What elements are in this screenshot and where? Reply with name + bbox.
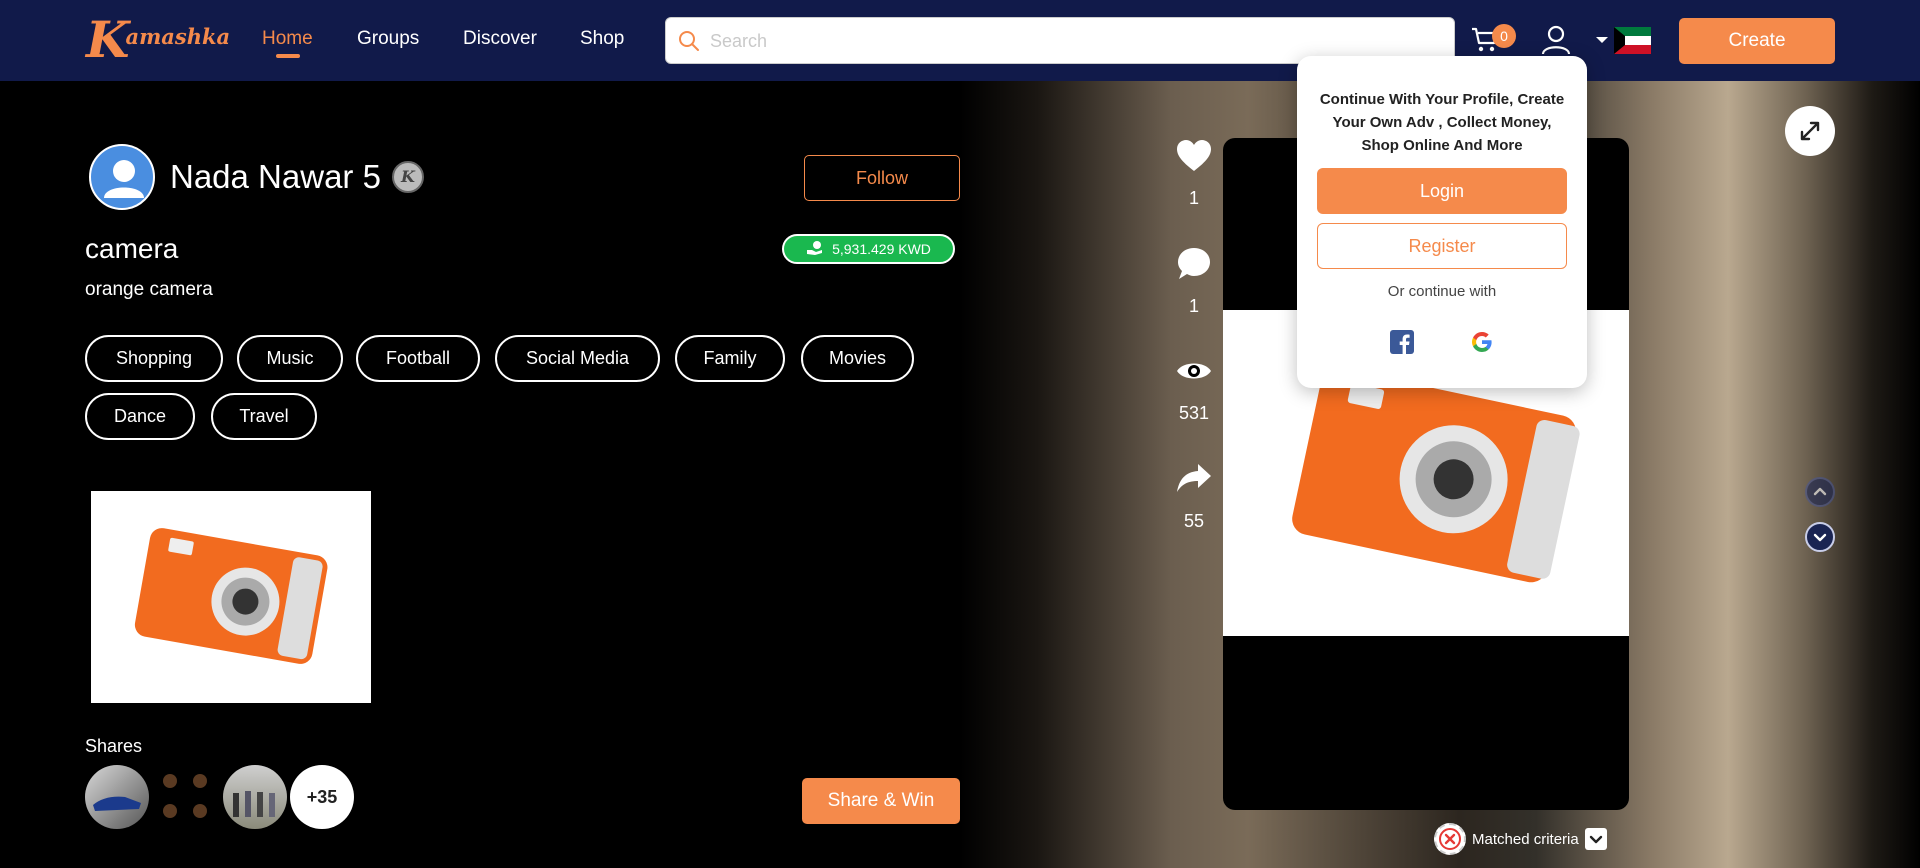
post-description: orange camera — [85, 279, 213, 300]
money-hand-icon — [806, 240, 824, 259]
expand-icon — [1800, 121, 1820, 141]
create-button[interactable]: Create — [1679, 18, 1835, 64]
next-post-button[interactable] — [1805, 522, 1835, 552]
facebook-icon[interactable] — [1390, 330, 1414, 354]
share-avatar-1[interactable] — [85, 765, 149, 829]
login-popup: Continue With Your Profile, Create Your … — [1297, 56, 1587, 388]
shares-count: 55 — [1183, 511, 1205, 531]
login-button[interactable]: Login — [1317, 168, 1567, 214]
cart-count-badge: 0 — [1492, 24, 1516, 48]
matched-criteria-label: Matched criteria — [1472, 830, 1579, 848]
tag-family[interactable]: Family — [675, 335, 785, 382]
likes-count: 1 — [1188, 188, 1199, 208]
share-avatar-3[interactable] — [223, 765, 287, 829]
matched-criteria-toggle[interactable]: Matched criteria — [1434, 823, 1607, 855]
tag-travel[interactable]: Travel — [211, 393, 317, 440]
views-eye-icon — [1176, 358, 1212, 389]
or-continue-with-text: Or continue with — [1387, 283, 1497, 300]
more-shares-count[interactable]: +35 — [290, 765, 354, 829]
chevron-up-icon — [1813, 487, 1827, 496]
logo-letter: K — [86, 10, 130, 69]
post-title: camera — [85, 233, 179, 264]
kamashka-logo[interactable]: K amashka — [86, 12, 230, 68]
nav-shop[interactable]: Shop — [580, 28, 624, 50]
like-heart-icon[interactable] — [1176, 139, 1212, 178]
chevron-down-icon[interactable] — [1584, 828, 1607, 850]
tag-shopping[interactable]: Shopping — [85, 335, 223, 382]
share-avatar-2[interactable] — [154, 765, 218, 829]
nav-active-indicator — [276, 54, 300, 58]
search-icon — [678, 30, 700, 57]
logo-text: amashka — [125, 23, 231, 49]
verified-badge-icon: K — [392, 161, 424, 193]
profile-name[interactable]: Nada Nawar 5 — [170, 158, 381, 196]
comment-icon[interactable] — [1176, 246, 1212, 287]
popup-message: Continue With Your Profile, Create Your … — [1319, 91, 1565, 154]
tag-movies[interactable]: Movies — [801, 335, 914, 382]
price-text: 5,931.429 KWD — [832, 241, 931, 257]
user-avatar[interactable] — [89, 144, 155, 210]
nav-discover[interactable]: Discover — [463, 28, 537, 50]
tag-music[interactable]: Music — [237, 335, 343, 382]
chevron-down-icon — [1813, 533, 1827, 542]
tag-social-media[interactable]: Social Media — [495, 335, 660, 382]
kuwait-flag-icon[interactable] — [1614, 27, 1651, 54]
google-icon[interactable] — [1470, 330, 1494, 354]
nav-home[interactable]: Home — [262, 28, 313, 50]
share-and-win-button[interactable]: Share & Win — [802, 778, 960, 824]
search-input[interactable] — [710, 26, 1430, 56]
top-navbar: K amashka Home Groups Discover Shop 0 Cr… — [0, 0, 1920, 81]
language-dropdown-caret[interactable] — [1596, 37, 1608, 43]
price-badge: 5,931.429 KWD — [782, 234, 955, 264]
follow-button[interactable]: Follow — [804, 155, 960, 201]
not-matched-icon — [1434, 823, 1466, 855]
shares-label: Shares — [85, 736, 143, 756]
post-thumbnail-image[interactable] — [91, 491, 371, 703]
tag-football[interactable]: Football — [356, 335, 480, 382]
tag-dance[interactable]: Dance — [85, 393, 195, 440]
nav-groups[interactable]: Groups — [357, 28, 419, 50]
share-arrow-icon[interactable] — [1176, 462, 1212, 499]
views-count: 531 — [1178, 403, 1210, 423]
register-button[interactable]: Register — [1317, 223, 1567, 269]
comments-count: 1 — [1188, 296, 1199, 316]
fullscreen-button[interactable] — [1785, 106, 1835, 156]
previous-post-button[interactable] — [1805, 477, 1835, 507]
